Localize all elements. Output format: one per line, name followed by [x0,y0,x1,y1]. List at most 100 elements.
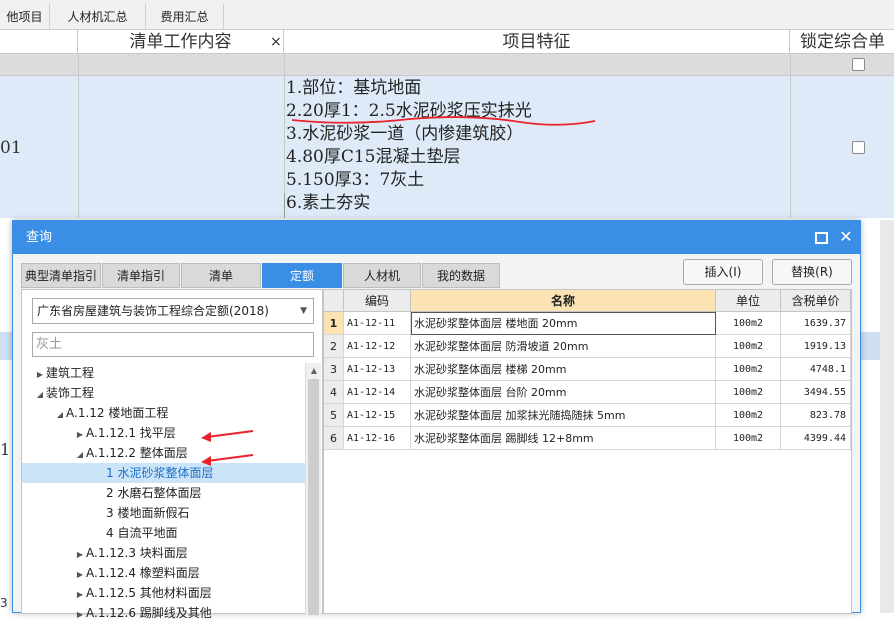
header-lock-price[interactable]: 锁定综合单 [790,30,894,54]
expand-arrow-icon[interactable]: ▶ [34,365,46,385]
annotation-underline [291,116,596,126]
header-features[interactable]: 项目特征 [284,30,790,54]
tree-item-skirting[interactable]: ▶ A.1.12.6 踢脚线及其他 [22,603,305,623]
row-name: 水泥砂浆整体面层 台阶 20mm [411,381,716,404]
grid-header-row: 清单工作内容 × 项目特征 锁定综合单 [0,30,894,54]
row-price: 4399.44 [781,427,851,450]
replace-button[interactable]: 替换(R) [772,259,852,285]
table-row[interactable]: 2 A1-12-12 水泥砂浆整体面层 防滑坡道 20mm 100m2 1919… [324,335,851,358]
col-divider [790,54,791,218]
row-unit: 100m2 [716,404,781,427]
col-divider [78,54,79,218]
tree-scrollbar[interactable]: ▲ [305,363,321,615]
tab-bill[interactable]: 清单 [181,263,261,288]
tab-quota[interactable]: 定额 [262,263,342,288]
row-code: A1-12-12 [344,335,411,358]
tree-item-self-leveling[interactable]: 4 自流平地面 [22,523,305,543]
feature-line-1: 1.部位：基坑地面 [286,78,422,98]
tree-item-other-material-surface[interactable]: ▶ A.1.12.5 其他材料面层 [22,583,305,603]
quota-tree-panel: 广东省房屋建筑与装饰工程综合定额(2018) ▼ 灰土 ▶ 建筑工程 ◢ 装饰工程 … [21,289,323,620]
dialog-titlebar[interactable]: 查询 ✕ [13,221,860,254]
tab-typical-bill-guide[interactable]: 典型清单指引 [21,263,101,288]
grid-header-corner [324,290,344,312]
tree-item-block-surface[interactable]: ▶ A.1.12.3 块料面层 [22,543,305,563]
tree-item-building[interactable]: ▶ 建筑工程 [22,363,305,383]
header-work-content[interactable]: 清单工作内容 [78,30,284,54]
tab-my-data[interactable]: 我的数据 [422,263,500,288]
tree-item-artificial-stone[interactable]: 3 楼地面新假石 [22,503,305,523]
row-name: 水泥砂浆整体面层 加浆抹光随捣随抹 5mm [411,404,716,427]
table-row[interactable]: 1 A1-12-11 水泥砂浆整体面层 楼地面 20mm 100m2 1639.… [324,312,851,335]
collapse-arrow-icon[interactable]: ◢ [34,385,46,405]
quota-grid: 编码 名称 单位 含税单价 1 A1-12-11 水泥砂浆整体面层 楼地面 20… [323,289,852,614]
row-number: 2 [324,335,344,358]
row-unit: 100m2 [716,335,781,358]
row-unit: 100m2 [716,427,781,450]
annotation-arrows [201,430,254,466]
dialog-title: 查询 [26,230,53,245]
collapse-arrow-icon[interactable]: ◢ [54,405,66,425]
row-code-fragment-3: 3 [0,596,8,610]
lock-checkbox-header[interactable] [852,58,865,71]
tree-item-leveling-layer[interactable]: ▶ A.1.12.1 找平层 [22,423,305,443]
feature-line-4: 4.80厚C15混凝土垫层 [286,147,461,167]
tree-item-floor-works[interactable]: ◢ A.1.12 楼地面工程 [22,403,305,423]
search-input[interactable]: 灰土 [32,332,314,357]
row-code: A1-12-13 [344,358,411,381]
row-code-fragment: 01 [0,138,22,158]
col-divider [284,193,285,218]
row-number: 4 [324,381,344,404]
scrollbar-thumb[interactable] [308,379,319,615]
grid-header-price[interactable]: 含税单价 [781,290,851,312]
expand-arrow-icon[interactable]: ▶ [74,605,86,625]
table-row[interactable]: 3 A1-12-13 水泥砂浆整体面层 楼梯 20mm 100m2 4748.1 [324,358,851,381]
row-number: 5 [324,404,344,427]
grid-header-unit[interactable]: 单位 [716,290,781,312]
row-price: 1639.37 [781,312,851,335]
grid-header-code[interactable]: 编码 [344,290,411,312]
row-name: 水泥砂浆整体面层 防滑坡道 20mm [411,335,716,358]
row-unit: 100m2 [716,381,781,404]
row-name: 水泥砂浆整体面层 踢脚线 12+8mm [411,427,716,450]
expand-arrow-icon[interactable]: ▶ [74,585,86,605]
chevron-down-icon: ▼ [300,306,307,316]
feature-line-5: 5.150厚3：7灰土 [286,170,425,190]
table-row[interactable]: 6 A1-12-16 水泥砂浆整体面层 踢脚线 12+8mm 100m2 439… [324,427,851,450]
quota-tree: ▶ 建筑工程 ◢ 装饰工程 ◢ A.1.12 楼地面工程 ▶ A.1.12.1 找平层 … [22,363,305,623]
tree-item-cement-mortar-surface[interactable]: 1 水泥砂浆整体面层 [22,463,305,483]
query-dialog: 查询 ✕ 典型清单指引 清单指引 清单 定额 人材机 我的数据 插入(I) 替换… [12,220,861,620]
tab-bill-guide[interactable]: 清单指引 [102,263,180,288]
collapse-arrow-icon[interactable]: ◢ [74,445,86,465]
tab-labor-material[interactable]: 人材机 [343,263,421,288]
expand-arrow-icon[interactable]: ▶ [74,565,86,585]
insert-button[interactable]: 插入(I) [683,259,763,285]
close-column-icon[interactable]: × [270,30,282,54]
quota-library-select[interactable]: 广东省房屋建筑与装饰工程综合定额(2018) ▼ [32,298,314,324]
row-price: 3494.55 [781,381,851,404]
row-code-fragment-2: 1 [0,440,11,459]
tree-item-decoration[interactable]: ◢ 装饰工程 [22,383,305,403]
row-unit: 100m2 [716,312,781,335]
expand-arrow-icon[interactable]: ▶ [74,545,86,565]
top-tab-bar: 他项目 人材机汇总 费用汇总 [0,0,894,30]
maximize-icon[interactable] [813,229,829,245]
grid-body: 1 A1-12-11 水泥砂浆整体面层 楼地面 20mm 100m2 1639.… [324,312,851,450]
row-name: 水泥砂浆整体面层 楼地面 20mm [411,312,716,335]
grid-grey-row [0,54,894,76]
tab-labor-material-summary[interactable]: 人材机汇总 [50,4,146,30]
tree-item-rubber-plastic-surface[interactable]: ▶ A.1.12.4 橡塑料面层 [22,563,305,583]
row-price: 4748.1 [781,358,851,381]
grid-header-name[interactable]: 名称 [411,290,716,312]
close-icon[interactable]: ✕ [838,229,854,245]
tab-other-items[interactable]: 他项目 [0,4,50,30]
tab-fee-summary[interactable]: 费用汇总 [146,4,224,30]
lock-checkbox-row[interactable] [852,141,865,154]
scroll-up-icon[interactable]: ▲ [306,363,322,378]
quota-library-value: 广东省房屋建筑与装饰工程综合定额(2018) [37,304,269,318]
table-row[interactable]: 5 A1-12-15 水泥砂浆整体面层 加浆抹光随捣随抹 5mm 100m2 8… [324,404,851,427]
tree-item-terrazzo-surface[interactable]: 2 水磨石整体面层 [22,483,305,503]
table-row[interactable]: 4 A1-12-14 水泥砂浆整体面层 台阶 20mm 100m2 3494.5… [324,381,851,404]
expand-arrow-icon[interactable]: ▶ [74,425,86,445]
tree-item-integral-surface[interactable]: ◢ A.1.12.2 整体面层 [22,443,305,463]
row-number: 6 [324,427,344,450]
